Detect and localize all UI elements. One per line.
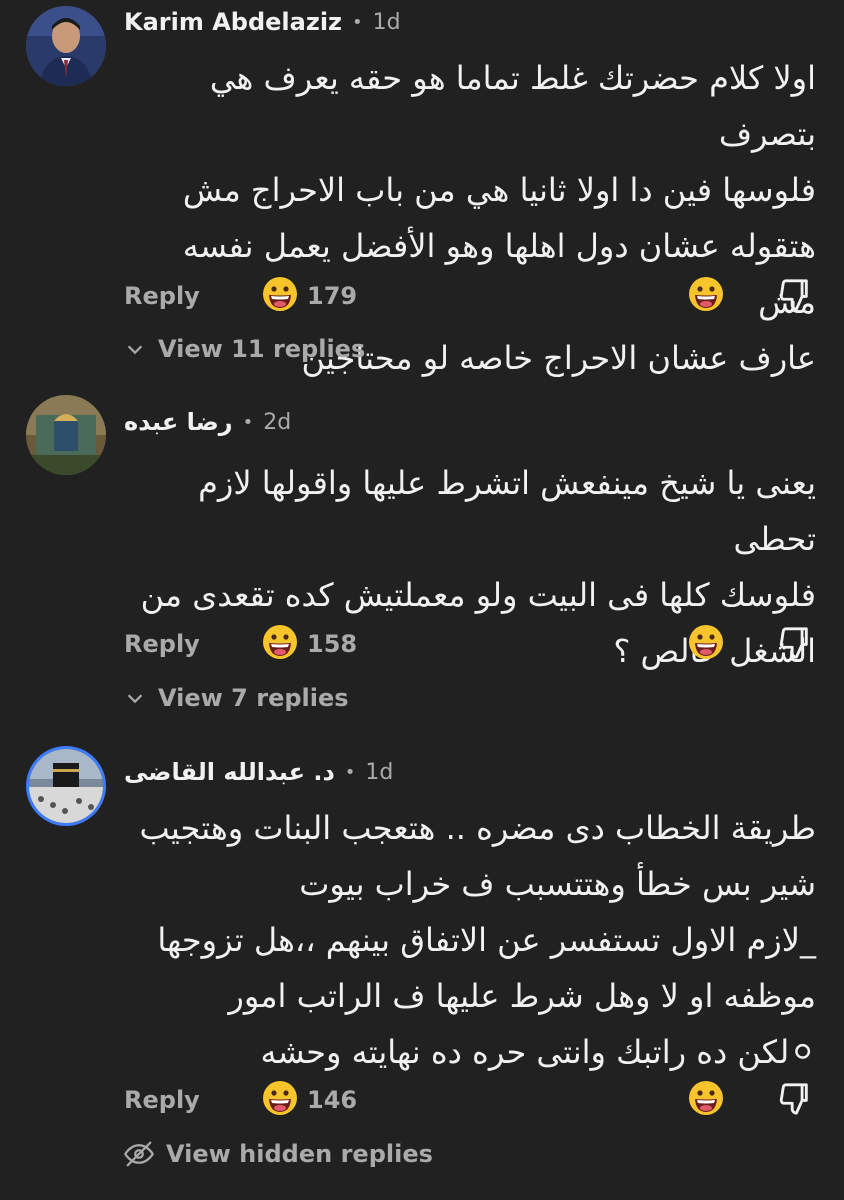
separator-dot: • [242,411,254,433]
comment-actions: Reply 179 [0,274,844,324]
author-name[interactable]: رضا عبده [124,408,233,436]
comment-header: د. عبدالله القاضى • 1d [124,754,393,790]
like-count: 158 [307,630,358,658]
reaction-icon[interactable] [688,1080,724,1116]
avatar[interactable] [26,6,106,86]
timestamp[interactable]: 1d [365,760,393,785]
view-replies-label: View 11 replies [158,335,366,363]
comment-text: طريقة الخطاب دى مضره .. هتعجب البنات وهت… [139,809,816,1071]
dislike-icon[interactable] [778,626,812,660]
chevron-down-icon [124,338,146,360]
avatar[interactable] [26,746,106,826]
timestamp[interactable]: 1d [373,10,401,35]
chevron-down-icon [124,687,146,709]
view-hidden-replies-label: View hidden replies [166,1140,433,1168]
separator-dot: • [344,761,356,783]
eye-off-icon [124,1139,154,1169]
avatar[interactable] [26,395,106,475]
comment-actions: Reply 146 [0,1078,844,1128]
reply-button[interactable]: Reply [124,282,200,310]
view-replies-button[interactable]: View 11 replies [124,331,365,367]
reply-button[interactable]: Reply [124,1086,200,1114]
like-icon[interactable] [262,624,298,660]
separator-dot: • [352,11,363,33]
like-icon[interactable] [262,1080,298,1116]
view-hidden-replies-button[interactable]: View hidden replies [124,1136,433,1172]
reaction-icon[interactable] [688,624,724,660]
author-name[interactable]: Karim Abdelaziz [124,8,342,36]
comment-actions: Reply 158 [0,622,844,672]
timestamp[interactable]: 2d [263,410,291,435]
reply-button[interactable]: Reply [124,630,200,658]
like-icon[interactable] [262,276,298,312]
dislike-icon[interactable] [778,278,812,312]
like-count: 146 [307,1086,358,1114]
like-count: 179 [307,282,358,310]
dislike-icon[interactable] [778,1082,812,1116]
view-replies-button[interactable]: View 7 replies [124,680,349,716]
comment-header: رضا عبده • 2d [124,404,291,440]
view-replies-label: View 7 replies [158,684,349,712]
author-name[interactable]: د. عبدالله القاضى [124,758,335,786]
reaction-icon[interactable] [688,276,724,312]
comment-header: Karim Abdelaziz • 1d [124,4,401,40]
